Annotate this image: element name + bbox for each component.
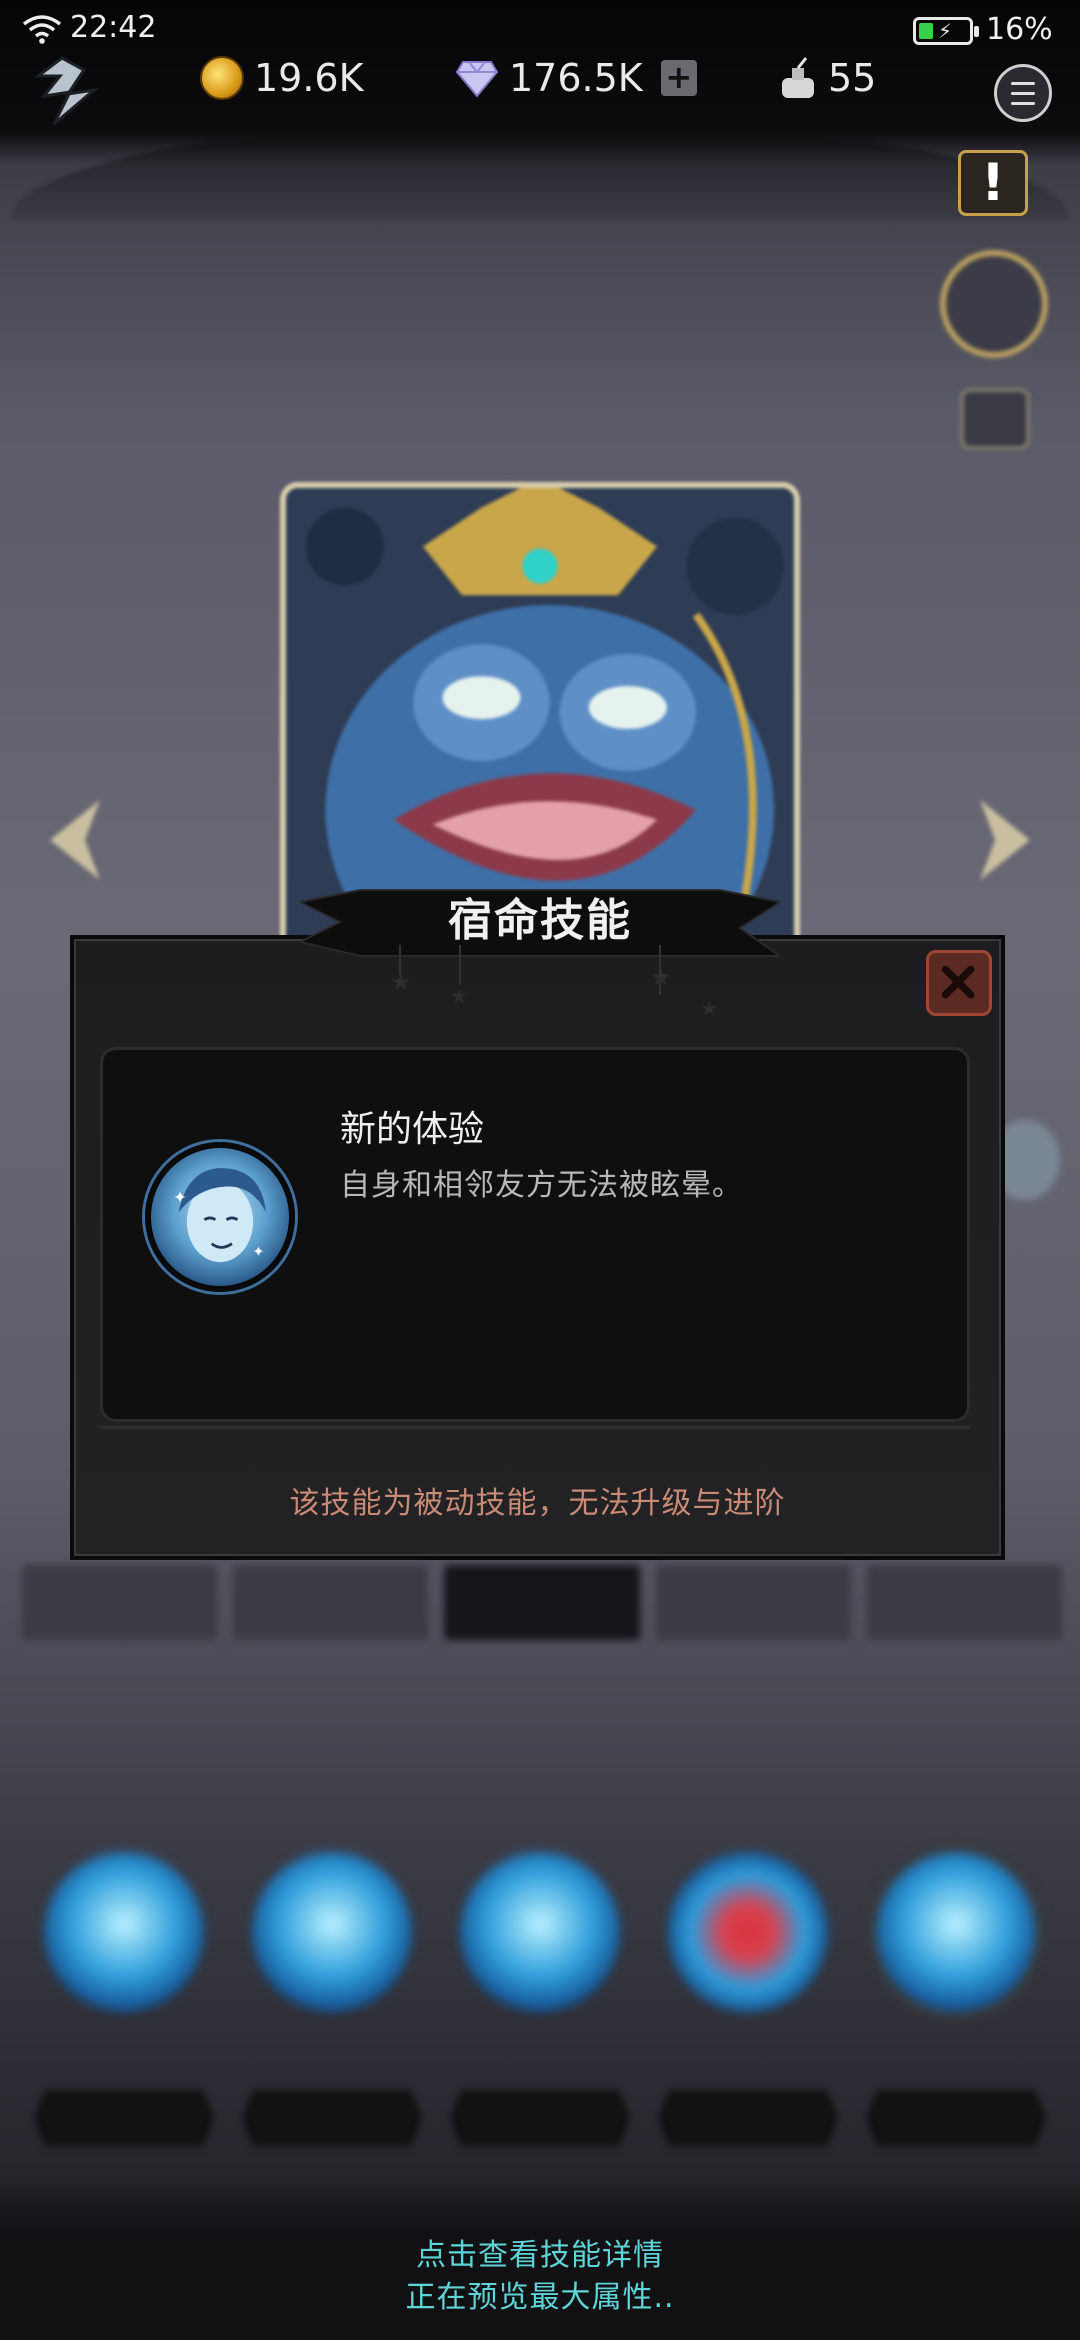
close-button[interactable] [926,950,992,1016]
close-icon [941,965,975,999]
divider [100,1426,970,1429]
skill-name: 新的体验 [340,1109,485,1150]
menu-line [1011,92,1035,95]
skill-level-row [20,2090,1060,2146]
skill-orb[interactable] [44,1852,204,2012]
add-gems-button[interactable]: + [660,60,697,96]
hint-preview-max-stats: 正在预览最大属性.. [405,2280,675,2315]
level-tag [242,2090,422,2146]
skill-icon: ✦ ✦ [145,1142,295,1292]
svg-text:★: ★ [450,984,468,1008]
skill-orb-row [20,1852,1060,2012]
gold-value: 19.6K [254,56,364,100]
level-tag [658,2090,838,2146]
modal-title: 宿命技能 [448,895,632,946]
skill-orb[interactable] [668,1852,828,2012]
menu-line [1011,102,1035,105]
charging-bolt-icon: ⚡ [938,19,953,43]
battery-level [919,23,933,39]
coin-icon [200,56,244,100]
hero-tabs [22,1565,1063,1640]
star-decoration-icon: ★ ★ ★ ★ [390,945,718,1020]
level-tag [866,2090,1046,2146]
skill-orb[interactable] [252,1852,412,2012]
previous-hero-arrow-icon[interactable] [40,790,110,890]
svg-text:✦: ✦ [252,1244,264,1261]
menu-button[interactable] [994,64,1052,122]
battery-percent: 16% [986,12,1053,47]
tab[interactable] [22,1565,218,1640]
status-time: 22:42 [70,10,157,45]
tab[interactable] [444,1565,640,1640]
ink-value: 55 [828,56,877,100]
gem-value: 176.5K [509,56,643,100]
gold-counter[interactable]: 19.6K [200,56,364,100]
gem-counter[interactable]: 176.5K + [455,56,697,100]
skill-orb[interactable] [460,1852,620,2012]
tab[interactable] [866,1565,1063,1640]
level-tag [450,2090,630,2146]
battery-icon: ⚡ [913,17,979,45]
card-view-button[interactable] [960,388,1030,450]
svg-text:★: ★ [700,996,718,1020]
wifi-icon [22,15,62,44]
level-tag [34,2090,214,2146]
diamond-icon [455,61,499,98]
menu-line [1011,82,1035,85]
back-button[interactable] [24,52,104,132]
skill-description: 自身和相邻友方无法被眩晕。 [340,1168,743,1203]
grid-menu-button[interactable] [940,250,1048,358]
skill-portrait-icon: ✦ ✦ [173,1168,266,1263]
skill-orb[interactable] [876,1852,1036,2012]
tab[interactable] [655,1565,851,1640]
ink-bottle-icon [782,57,814,98]
status-bar: 22:42 ⚡ 16% [0,0,1080,56]
svg-text:★: ★ [390,968,412,996]
next-hero-arrow-icon[interactable] [970,790,1040,890]
tab[interactable] [233,1565,429,1640]
svg-text:★: ★ [650,963,672,991]
passive-skill-note: 该技能为被动技能，无法升级与进阶 [289,1486,786,1521]
ink-counter[interactable]: 55 [778,56,876,100]
hint-view-skill-details: 点击查看技能详情 [416,2238,664,2273]
alert-button[interactable]: ! [958,150,1028,216]
svg-text:✦: ✦ [173,1188,187,1207]
